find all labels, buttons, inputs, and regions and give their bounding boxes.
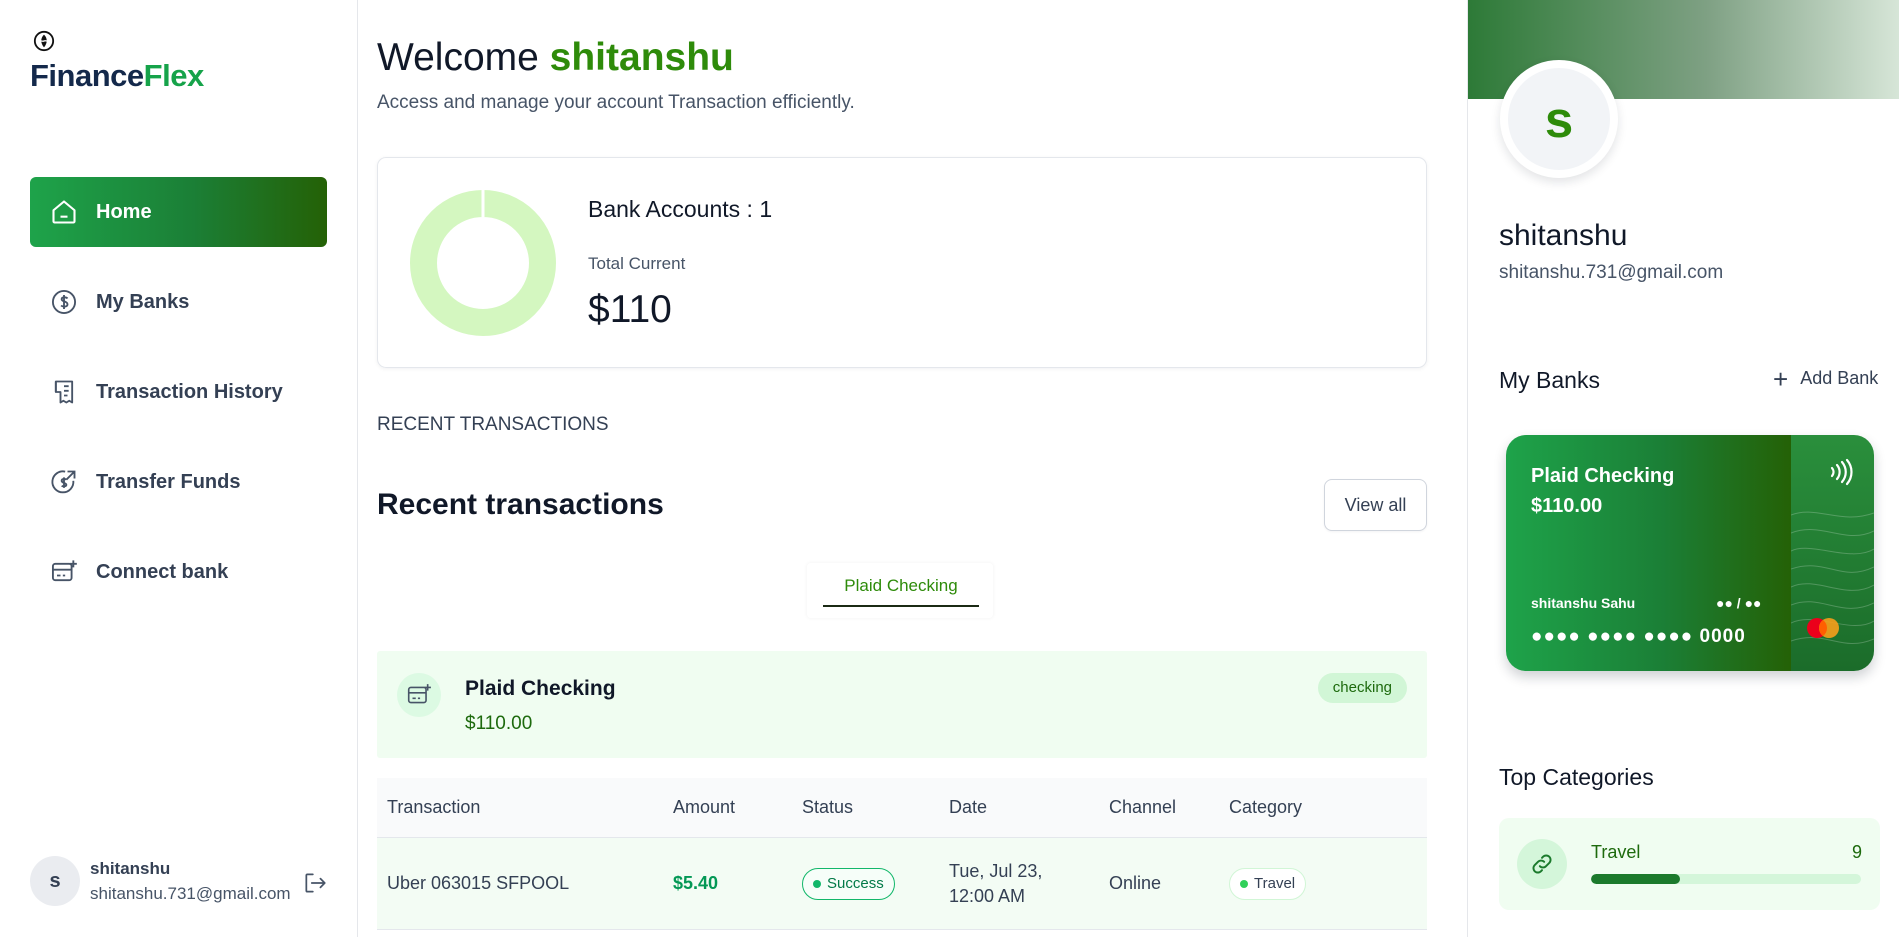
transaction-date-line-2: 12:00 AM [949, 885, 1026, 906]
column-header-date: Date [949, 797, 988, 817]
category-name: Travel [1591, 842, 1641, 862]
column-header-amount: Amount [673, 797, 736, 817]
add-bank-label: Add Bank [1800, 368, 1879, 388]
account-icon-wrap [397, 673, 441, 717]
account-summary[interactable]: Plaid Checking $110.00 checking [377, 651, 1427, 758]
welcome-text: Welcome [377, 36, 539, 79]
sidebar-item-connect-bank[interactable]: Connect bank [30, 537, 327, 607]
profile-email: shitanshu.731@gmail.com [1499, 262, 1724, 283]
total-balance-value: $110 [588, 288, 672, 331]
receipt-icon [54, 380, 74, 404]
main-content: Welcome shitanshu Access and manage your… [359, 0, 1467, 937]
category-progress-bar [1591, 874, 1861, 884]
bank-card-body: Plaid Checking $110.00 shitanshu Sahu ●●… [1506, 435, 1791, 671]
profile-name: shitanshu [1499, 219, 1628, 252]
card-plus-icon [51, 560, 77, 582]
sidebar-item-label: Transfer Funds [96, 470, 241, 493]
category-icon-wrap [1517, 839, 1567, 889]
app-logo[interactable]: FinanceFlex [30, 30, 204, 94]
column-header-channel: Channel [1109, 797, 1177, 817]
tab-plaid-checking[interactable]: Plaid Checking [823, 573, 979, 607]
profile-sidebar: s shitanshu shitanshu.731@gmail.com My B… [1467, 0, 1899, 937]
transaction-channel: Online [1109, 873, 1162, 893]
bank-card-holder: shitanshu Sahu [1531, 595, 1636, 611]
link-icon [1532, 854, 1552, 874]
table-row[interactable]: Uber 063015 SFPOOL $5.40 Success Tue, Ju… [377, 838, 1427, 930]
category-text: Travel [1254, 875, 1296, 892]
total-balance-card: Bank Accounts : 1 Total Current $110 [377, 157, 1427, 368]
sidebar-item-label: My Banks [96, 290, 190, 313]
home-icon [52, 200, 76, 224]
sidebar-user-email: shitanshu.731@gmail.com [90, 884, 291, 903]
account-type-badge: checking [1317, 673, 1407, 703]
sidebar-item-label: Home [96, 200, 152, 223]
transfer-icon [51, 470, 76, 494]
column-header-transaction: Transaction [387, 797, 481, 817]
app-name: FinanceFlex [30, 58, 204, 94]
view-all-button[interactable]: View all [1324, 479, 1427, 531]
sidebar-item-home[interactable]: Home [30, 177, 327, 247]
category-card-travel[interactable]: Travel 9 [1499, 818, 1880, 910]
profile-avatar[interactable]: s [1500, 60, 1618, 178]
logo-icon [33, 30, 55, 52]
my-banks-title: My Banks [1499, 367, 1600, 393]
category-progress-fill [1591, 874, 1681, 884]
sidebar-user: s shitanshu shitanshu.731@gmail.com [30, 856, 330, 906]
dollar-circle-icon [51, 289, 77, 315]
add-bank-button[interactable]: + Add Bank [1773, 363, 1879, 394]
card-plus-icon [407, 684, 431, 704]
status-badge: Success [802, 867, 895, 900]
sidebar-user-name: shitanshu [90, 859, 171, 878]
bank-card[interactable]: Plaid Checking $110.00 shitanshu Sahu ●●… [1506, 435, 1874, 671]
sidebar-item-transfer-funds[interactable]: Transfer Funds [30, 447, 327, 517]
sidebar: FinanceFlex Home My Banks Transaction Hi… [0, 0, 358, 937]
sidebar-user-info: shitanshu shitanshu.731@gmail.com [90, 856, 291, 906]
page-title: Welcome shitanshu [377, 36, 734, 80]
main-nav: Home My Banks Transaction History Transf… [30, 177, 327, 617]
bank-card-side [1791, 435, 1874, 671]
welcome-user-name: shitanshu [549, 36, 734, 79]
column-header-category: Category [1229, 797, 1303, 817]
sidebar-item-label: Transaction History [96, 380, 283, 403]
bank-card-expiry: ●● / ●● [1716, 595, 1762, 611]
page-subtitle: Access and manage your account Transacti… [377, 92, 855, 113]
transaction-date: Tue, Jul 23, 12:00 AM [949, 859, 1109, 909]
top-categories-title: Top Categories [1499, 764, 1654, 790]
recent-transactions-heading: RECENT TRANSACTIONS [377, 414, 609, 435]
sidebar-item-transaction-history[interactable]: Transaction History [30, 357, 327, 427]
bank-tabs: Plaid Checking [807, 563, 993, 618]
mastercard-logo-icon [1807, 618, 1839, 638]
recent-transactions-title: Recent transactions [377, 488, 664, 521]
category-dot [1240, 879, 1248, 888]
category-badge: Travel [1229, 867, 1307, 900]
transaction-name: Uber 063015 SFPOOL [387, 873, 570, 893]
avatar[interactable]: s [30, 856, 80, 906]
status-dot [813, 879, 821, 888]
account-balance: $110.00 [465, 713, 533, 734]
brand-part-2: Flex [143, 58, 205, 93]
transaction-amount: $5.40 [673, 873, 719, 893]
bank-accounts-count: Bank Accounts : 1 [588, 196, 773, 222]
sidebar-item-label: Connect bank [96, 560, 229, 583]
transactions-table: Transaction Amount Status Date Channel C… [377, 778, 1427, 930]
transaction-date-line-1: Tue, Jul 23, [949, 860, 1043, 881]
sidebar-item-my-banks[interactable]: My Banks [30, 267, 327, 337]
bank-card-balance: $110.00 [1531, 495, 1603, 517]
plus-icon: + [1773, 363, 1789, 394]
table-header: Transaction Amount Status Date Channel C… [377, 778, 1427, 838]
column-header-status: Status [802, 797, 854, 817]
category-count: 9 [1851, 842, 1862, 862]
bank-card-name: Plaid Checking [1531, 465, 1675, 487]
status-text: Success [827, 875, 884, 892]
bank-card-number: ●●●● ●●●● ●●●● 0000 [1531, 626, 1746, 647]
logout-icon[interactable] [302, 870, 328, 896]
balance-donut-chart [410, 190, 556, 336]
transaction-category-cell: Travel [1229, 867, 1427, 900]
total-balance-label: Total Current [588, 254, 686, 273]
brand-part-1: Finance [30, 58, 144, 93]
account-name: Plaid Checking [465, 677, 616, 700]
transaction-status-cell: Success [802, 867, 949, 900]
contactless-icon [1830, 458, 1853, 486]
